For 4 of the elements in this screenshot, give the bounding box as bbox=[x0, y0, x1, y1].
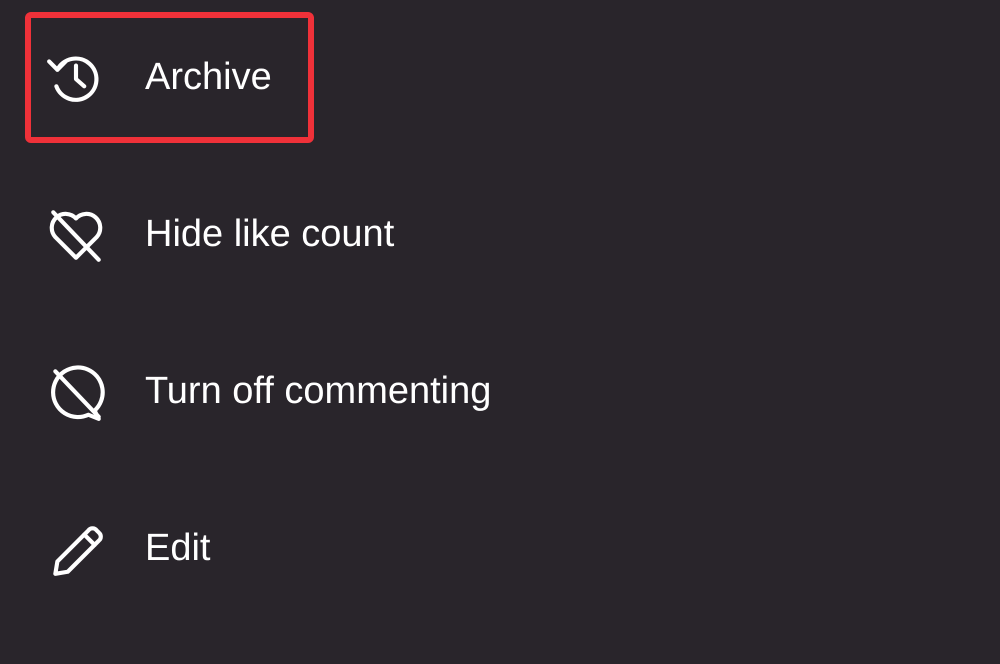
menu-item[interactable]: Edit bbox=[25, 483, 252, 614]
menu-item[interactable]: Hide like count bbox=[25, 169, 436, 300]
menu-item[interactable]: Turn off commenting bbox=[25, 326, 534, 457]
menu-item[interactable]: Archive bbox=[25, 12, 314, 143]
